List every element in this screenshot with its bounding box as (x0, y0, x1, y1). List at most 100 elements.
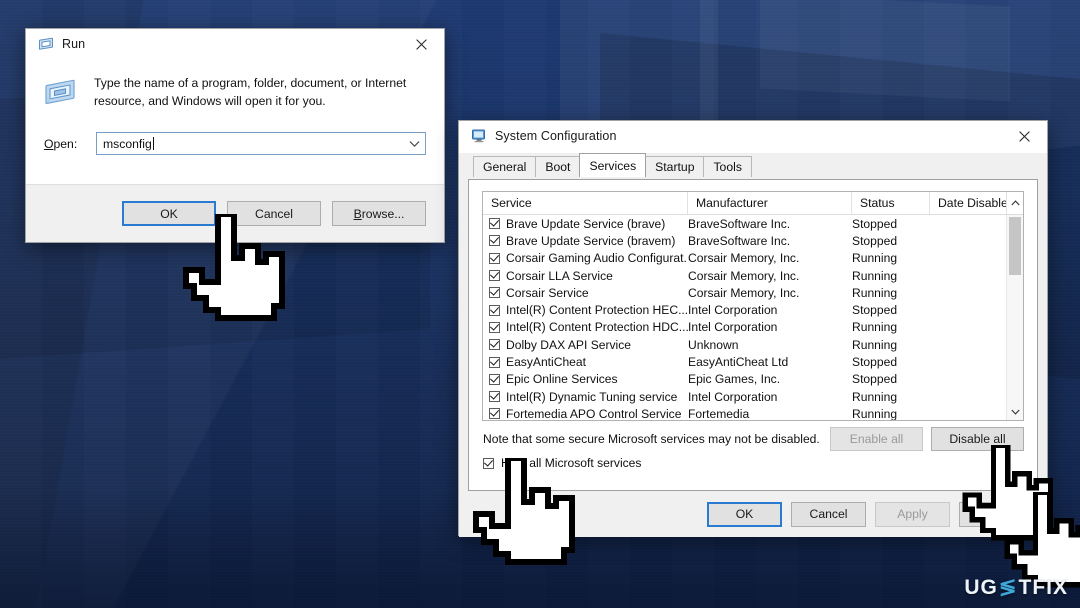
run-dialog-close-button[interactable] (399, 29, 444, 59)
service-name: Corsair LLA Service (506, 268, 613, 283)
table-row[interactable]: Corsair LLA Service Corsair Memory, Inc. R… (483, 267, 1006, 284)
table-row[interactable]: Dolby DAX API Service Unknown Running (483, 336, 1006, 353)
column-header-service[interactable]: Service (483, 192, 688, 214)
manufacturer-cell: Intel Corporation (688, 303, 778, 318)
checkbox-icon[interactable] (489, 408, 500, 420)
service-name: Intel(R) Content Protection HDC... (506, 320, 688, 335)
table-row[interactable]: Epic Online Services Epic Games, Inc. Stop… (483, 371, 1006, 388)
scrollbar-thumb[interactable] (1009, 217, 1021, 275)
table-row[interactable]: Intel(R) Dynamic Tuning service Intel Cor… (483, 388, 1006, 405)
computer-monitor-icon (471, 128, 487, 144)
services-list: Service Manufacturer Status Date Disable… (482, 191, 1024, 421)
status-cell: Stopped (852, 355, 898, 370)
column-header-date-disabled[interactable]: Date Disabled (930, 192, 1006, 214)
table-row[interactable]: Intel(R) Content Protection HEC... Intel … (483, 301, 1006, 318)
table-row[interactable]: EasyAntiCheat EasyAntiCheat Ltd Stopped (483, 353, 1006, 370)
manufacturer-cell: Epic Games, Inc. (688, 372, 781, 387)
run-dialog-title: Run (62, 37, 86, 51)
service-cell: Intel(R) Dynamic Tuning service (483, 390, 688, 404)
watermark-part2: TFIX (1018, 575, 1068, 599)
checkbox-icon[interactable] (489, 304, 500, 316)
service-cell: Corsair Gaming Audio Configurat... (483, 251, 688, 265)
tab-tools[interactable]: Tools (703, 156, 752, 177)
manufacturer-cell: Intel Corporation (688, 320, 778, 335)
checkbox-icon[interactable] (489, 252, 500, 264)
manufacturer-cell: EasyAntiCheat Ltd (688, 355, 789, 370)
status-cell: Stopped (852, 303, 898, 318)
checkbox-icon[interactable] (489, 391, 500, 403)
checkbox-icon[interactable] (489, 218, 500, 230)
sysconfig-close-button[interactable] (1002, 121, 1047, 151)
service-name: Epic Online Services (506, 372, 618, 387)
manufacturer-cell: Unknown (688, 337, 739, 352)
checkbox-icon[interactable] (489, 235, 500, 247)
service-name: Intel(R) Dynamic Tuning service (506, 389, 678, 404)
sysconfig-apply-button[interactable]: Apply (875, 501, 950, 527)
run-open-combobox[interactable]: msconfig (96, 132, 426, 155)
service-cell: Fortemedia APO Control Service (483, 407, 688, 420)
scrollbar-up-button[interactable] (1006, 192, 1023, 214)
services-rows: Brave Update Service (brave) BraveSoftwar… (483, 215, 1006, 420)
status-cell: Running (852, 268, 898, 283)
table-row[interactable]: Brave Update Service (bravem) BraveSoftwa… (483, 232, 1006, 249)
checkbox-icon[interactable] (489, 270, 500, 282)
tab-boot[interactable]: Boot (535, 156, 581, 177)
table-row[interactable]: Intel(R) Content Protection HDC... Intel … (483, 319, 1006, 336)
run-window-icon (38, 36, 54, 52)
hand-cursor-over-hide-all (468, 458, 576, 570)
status-cell: Running (852, 406, 898, 420)
sysconfig-title: System Configuration (495, 129, 617, 143)
status-cell: Running (852, 251, 898, 266)
checkbox-icon[interactable] (489, 287, 500, 299)
tab-general[interactable]: General (473, 156, 537, 177)
service-cell: Intel(R) Content Protection HEC... (483, 303, 688, 317)
run-browse-button[interactable]: Browse... (332, 201, 426, 226)
desktop-screen: Run Type the name of a program, folder, … (0, 0, 1080, 608)
services-note: Note that some secure Microsoft services… (483, 432, 820, 446)
column-header-manufacturer[interactable]: Manufacturer (688, 192, 852, 214)
status-cell: Running (852, 320, 898, 335)
manufacturer-cell: Corsair Memory, Inc. (688, 251, 800, 266)
manufacturer-cell: Intel Corporation (688, 389, 778, 404)
service-cell: Brave Update Service (brave) (483, 217, 688, 231)
run-dialog-description: Type the name of a program, folder, docu… (94, 76, 407, 108)
sysconfig-cancel-button[interactable]: Cancel (791, 501, 866, 527)
watermark-mark-icon: ≶ (998, 576, 1018, 599)
service-cell: Brave Update Service (bravem) (483, 234, 688, 248)
text-caret (152, 136, 154, 150)
scrollbar-down-button[interactable] (1007, 403, 1023, 420)
sysconfig-tablist: General Boot Services Startup Tools (459, 153, 1047, 177)
checkbox-icon[interactable] (489, 339, 500, 351)
service-cell: Dolby DAX API Service (483, 338, 688, 352)
scrollbar-track[interactable] (1007, 215, 1023, 403)
table-row[interactable]: Corsair Gaming Audio Configurat... Corsai… (483, 250, 1006, 267)
service-name: Corsair Service (506, 285, 589, 300)
column-header-status[interactable]: Status (852, 192, 930, 214)
services-list-header: Service Manufacturer Status Date Disable… (483, 192, 1023, 215)
status-cell: Running (852, 389, 898, 404)
checkbox-icon[interactable] (489, 356, 500, 368)
services-scrollbar[interactable] (1006, 215, 1023, 420)
run-open-input[interactable]: msconfig (97, 136, 403, 151)
enable-all-button[interactable]: Enable all (830, 427, 923, 451)
service-name: Dolby DAX API Service (506, 337, 632, 352)
chevron-down-icon[interactable] (403, 133, 425, 154)
checkbox-icon[interactable] (489, 373, 500, 385)
watermark-part1: UG (964, 575, 998, 599)
service-cell: Intel(R) Content Protection HDC... (483, 320, 688, 334)
checkbox-icon[interactable] (489, 321, 500, 333)
table-row[interactable]: Brave Update Service (brave) BraveSoftwar… (483, 215, 1006, 232)
service-cell: Epic Online Services (483, 372, 688, 386)
tab-services[interactable]: Services (579, 153, 647, 177)
table-row[interactable]: Fortemedia APO Control Service Fortemedia… (483, 405, 1006, 420)
manufacturer-cell: Fortemedia (688, 406, 750, 420)
sysconfig-ok-button[interactable]: OK (707, 501, 782, 527)
service-name: Intel(R) Content Protection HEC... (506, 303, 688, 318)
tab-startup[interactable]: Startup (645, 156, 705, 177)
status-cell: Stopped (852, 233, 898, 248)
run-open-row: Open: msconfig (26, 114, 444, 155)
manufacturer-cell: BraveSoftware Inc. (688, 233, 791, 248)
services-list-main: Brave Update Service (brave) BraveSoftwar… (483, 215, 1023, 420)
service-cell: EasyAntiCheat (483, 355, 688, 369)
table-row[interactable]: Corsair Service Corsair Memory, Inc. Runni… (483, 284, 1006, 301)
